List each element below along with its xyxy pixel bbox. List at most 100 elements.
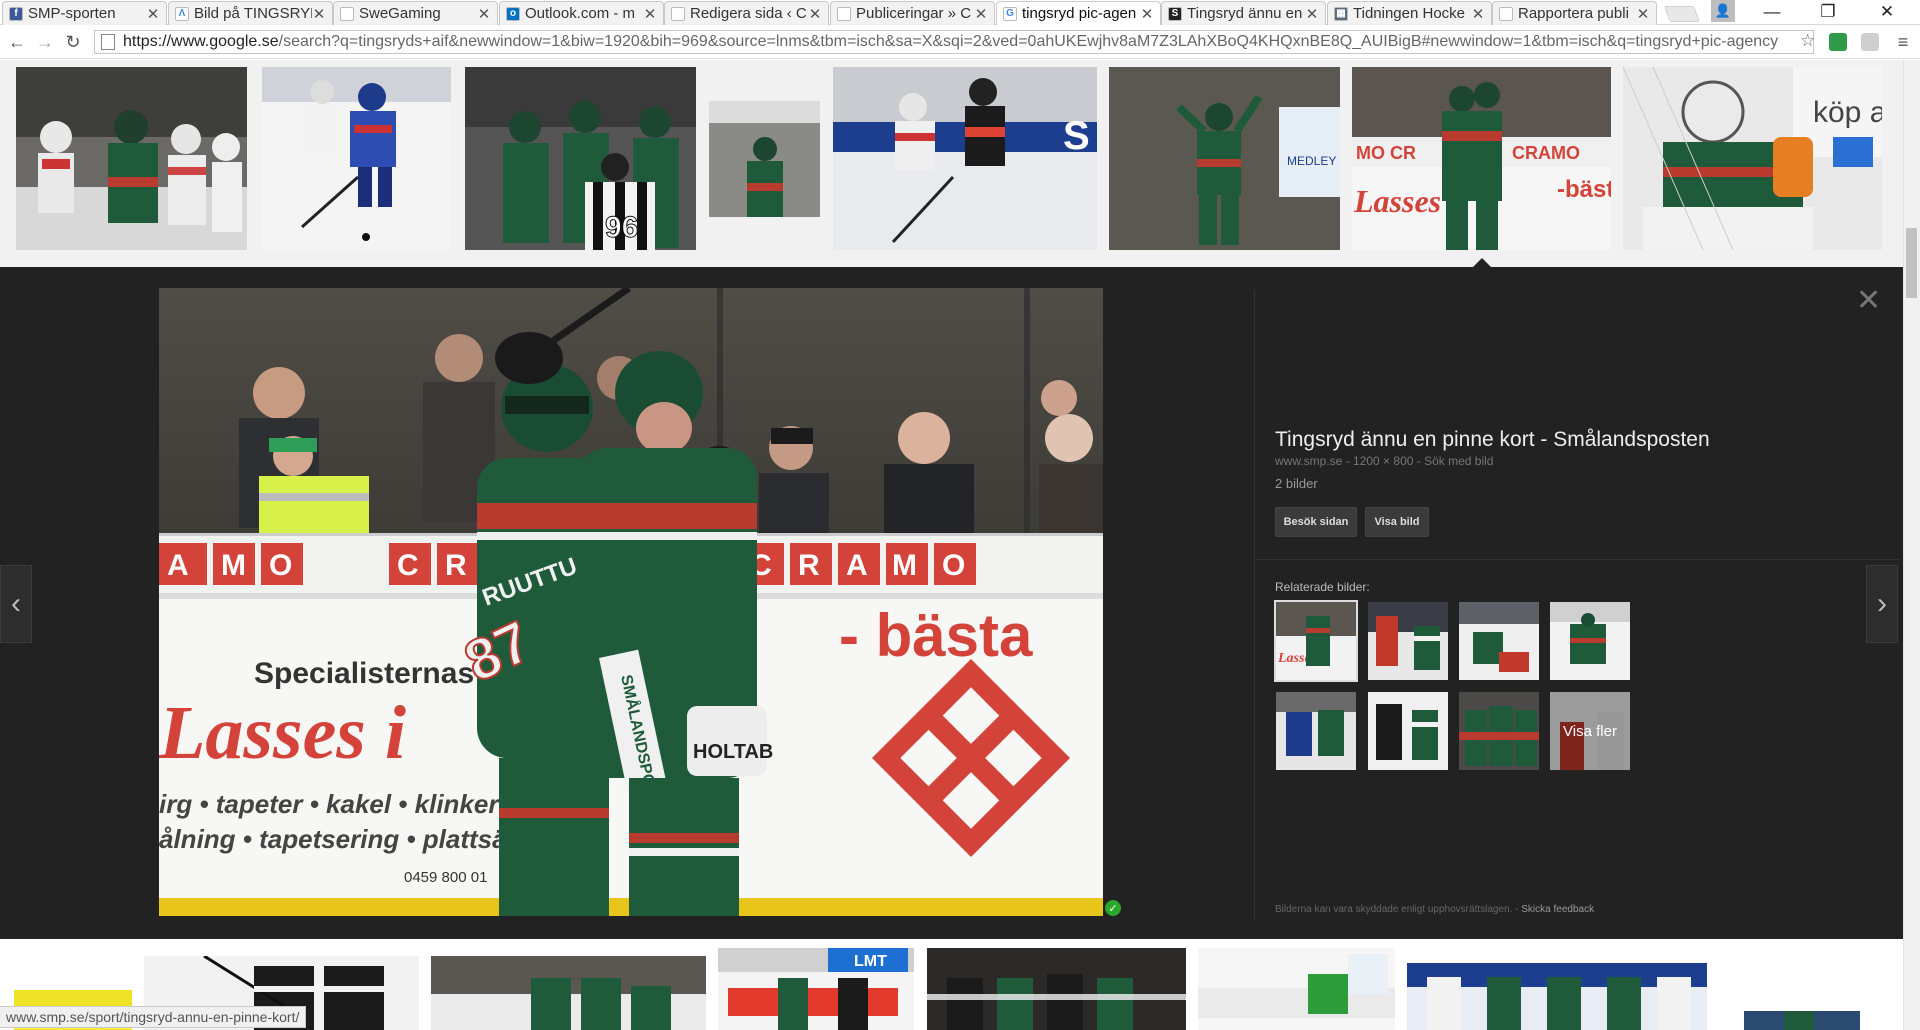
browser-tab[interactable]: ▦ Tidningen Hocke ✕ [1327,1,1492,25]
tab-close-icon[interactable]: ✕ [974,5,988,23]
result-thumbnail[interactable] [927,948,1186,1030]
reload-icon[interactable]: ↻ [62,31,84,53]
browser-tab[interactable]: Redigera sida ‹ C ✕ [664,1,829,25]
panel-divider [1254,290,1255,920]
svg-text:CRAMO: CRAMO [1512,143,1580,163]
result-thumbnail[interactable]: köp a [1623,67,1882,250]
view-image-button[interactable]: Visa bild [1365,507,1429,537]
verified-check-icon: ✓ [1105,900,1121,916]
svg-text:Lasses: Lasses [1353,183,1441,219]
svg-text:LMT: LMT [854,953,887,970]
status-bar-url: www.smp.se/sport/tingsryd-annu-en-pinne-… [0,1006,307,1028]
related-image-thumbnail[interactable] [1459,602,1539,680]
new-tab-button[interactable] [1664,6,1700,22]
menu-icon[interactable]: ≡ [1892,31,1914,53]
tab-close-icon[interactable]: ✕ [477,5,491,23]
browser-tab[interactable]: o Outlook.com - m ✕ [499,1,664,25]
next-image-button[interactable]: › [1866,565,1898,643]
svg-text:-bäst: -bäst [1557,176,1611,203]
tab-title: Publiceringar » C [856,5,972,22]
copyright-text: Bilderna kan vara skyddade enligt upphov… [1275,904,1513,915]
image-results-row: 96 S MEDLEY MO CR CRAMO Lasses -bäst köp… [0,60,1920,267]
url-host: https://www.google.se [123,33,279,50]
svg-text:O: O [942,549,965,582]
image-count[interactable]: 2 bilder [1275,476,1318,491]
result-thumbnail-selected[interactable]: MO CR CRAMO Lasses -bäst [1352,67,1611,250]
minimize-button[interactable]: — [1749,0,1795,24]
preview-title[interactable]: Tingsryd ännu en pinne kort - Smålandspo… [1275,428,1710,452]
preview-main-image[interactable]: A M O C R C R A M O Specialisternas sp L… [159,288,1103,916]
svg-text:A: A [167,549,189,582]
browser-tab[interactable]: f SMP-sporten ✕ [2,1,167,25]
bookmark-star-icon[interactable]: ☆ [1800,31,1815,51]
send-feedback-link[interactable]: Skicka feedback [1521,904,1594,915]
related-image-thumbnail[interactable] [1459,692,1539,770]
browser-tab[interactable]: Λ Bild på TINGSRYD ✕ [168,1,333,25]
result-thumbnail[interactable]: MEDLEY [1109,67,1340,250]
related-image-thumbnail[interactable]: Lasses [1274,600,1358,682]
user-profile-icon[interactable]: 👤 [1711,0,1735,22]
page-icon [101,34,115,50]
extension-icon[interactable] [1829,33,1847,51]
previous-image-button[interactable]: ‹ [0,565,32,643]
page-scrollbar[interactable] [1903,60,1920,1030]
restore-button[interactable]: ❐ [1805,0,1851,24]
back-arrow-icon[interactable]: ← [6,31,28,53]
related-image-thumbnail[interactable] [1550,602,1630,680]
visit-page-button[interactable]: Besök sidan [1275,507,1357,537]
tab-close-icon[interactable]: ✕ [146,5,160,23]
result-thumbnail[interactable]: 96 [465,67,696,250]
tab-close-icon[interactable]: ✕ [1305,5,1319,23]
related-image-thumbnail[interactable] [1276,692,1356,770]
tab-title: SMP-sporten [28,5,116,22]
scrollbar-thumb[interactable] [1906,228,1917,298]
source-domain[interactable]: www.smp.se [1275,454,1342,468]
tab-close-icon[interactable]: ✕ [1140,5,1154,23]
tab-close-icon[interactable]: ✕ [643,5,657,23]
result-thumbnail[interactable] [1407,963,1707,1030]
svg-text:R: R [445,549,467,582]
result-thumbnail[interactable] [431,956,706,1030]
tab-title: tingsryd pic-agen [1022,5,1137,22]
tab-close-icon[interactable]: ✕ [1636,5,1650,23]
browser-tab[interactable]: Publiceringar » C ✕ [830,1,995,25]
result-thumbnail[interactable] [1198,948,1395,1030]
search-by-image-link[interactable]: Sök med bild [1424,454,1493,468]
board-text-3: irg • tapeter • kakel • klinker • go [159,789,554,819]
related-more-button[interactable]: Visa fler [1550,692,1630,770]
browser-tab[interactable]: Gtingsryd pic-agen ✕ [996,1,1161,25]
svg-text:MO CR: MO CR [1356,143,1416,163]
more-related-label[interactable]: Visa fler [1550,692,1630,770]
result-thumbnail[interactable]: LMT [718,948,914,1030]
result-thumbnail[interactable]: S [833,67,1097,250]
close-window-button[interactable]: ✕ [1864,0,1910,24]
extension-icon-2[interactable] [1861,33,1879,51]
related-image-thumbnail[interactable] [1368,692,1448,770]
tab-strip: f SMP-sporten ✕ Λ Bild på TINGSRYD ✕ SweGaming… [0,0,1920,25]
tab-favicon-icon: S [1168,6,1182,21]
forward-arrow-icon[interactable]: → [34,31,56,53]
close-preview-icon[interactable]: ✕ [1856,286,1881,316]
tab-close-icon[interactable]: ✕ [1471,5,1485,23]
browser-tab[interactable]: S Tingsryd ännu en ✕ [1161,1,1326,25]
footnote-separator: - [1512,904,1522,915]
result-thumbnail[interactable] [1744,1011,1860,1030]
tab-close-icon[interactable]: ✕ [312,5,326,23]
related-image-thumbnail[interactable] [1368,602,1448,680]
svg-text:O: O [269,549,292,582]
svg-text:C: C [397,549,419,582]
tab-close-icon[interactable]: ✕ [808,5,822,23]
browser-tab[interactable]: SweGaming ✕ [333,1,498,25]
tab-favicon-icon: f [9,6,23,21]
svg-text:M: M [221,549,246,582]
tab-favicon-icon: Λ [175,6,189,21]
svg-text:HOLTAB: HOLTAB [693,741,773,763]
browser-tab[interactable]: Rapportera publi ✕ [1492,1,1657,25]
result-thumbnail[interactable] [709,101,820,217]
browser-toolbar: ← → ↻ https://www.google.se/search?q=tin… [0,25,1920,59]
result-thumbnail[interactable] [262,67,451,250]
meta-separator: - [1413,454,1425,468]
address-bar[interactable]: https://www.google.se/search?q=tingsryds… [94,30,1814,54]
result-thumbnail[interactable] [16,67,247,250]
svg-text:A: A [846,549,868,582]
